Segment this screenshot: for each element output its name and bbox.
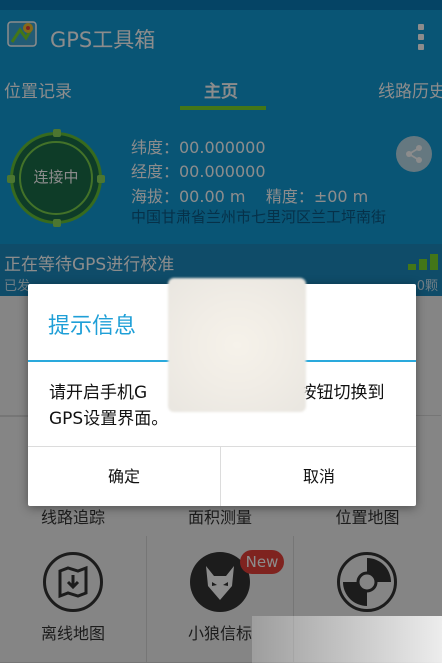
confirm-button[interactable]: 确定 xyxy=(28,447,221,506)
app-screen: GPS工具箱 位置记录 主页 线路历史 连接中 纬度：00.000000 经度：… xyxy=(0,0,442,663)
dialog-button-bar: 确定 取消 xyxy=(28,446,416,506)
cancel-button[interactable]: 取消 xyxy=(222,447,416,506)
watermark-overlay xyxy=(252,616,442,663)
dialog-title: 提示信息 xyxy=(48,314,137,339)
blurred-overlay xyxy=(168,278,306,412)
